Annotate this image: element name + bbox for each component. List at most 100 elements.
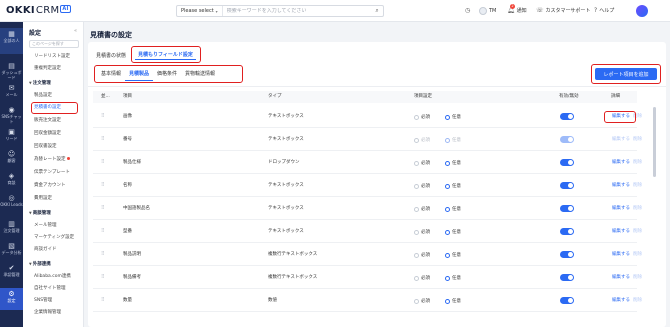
optional-radio[interactable]: 任意 bbox=[445, 298, 461, 304]
edit-link[interactable]: 編集する bbox=[612, 220, 630, 243]
drag-handle-icon[interactable]: ⠿ bbox=[101, 289, 105, 312]
submenu-item[interactable]: 伝票テンプレート bbox=[34, 169, 70, 175]
search-icon[interactable]: ⌕ bbox=[371, 7, 383, 15]
drag-handle-icon[interactable]: ⠿ bbox=[101, 174, 105, 197]
submenu-item[interactable]: 商談ガイド bbox=[34, 246, 57, 252]
edit-link[interactable]: 編集する bbox=[612, 174, 630, 197]
delete-link[interactable]: 削除 bbox=[633, 151, 642, 174]
help-button[interactable]: ? ヘルプ bbox=[594, 7, 614, 14]
optional-radio[interactable]: 任意 bbox=[445, 160, 461, 166]
enable-toggle[interactable] bbox=[560, 159, 574, 166]
nav-item-orders[interactable]: ▥ 注文管理 bbox=[0, 220, 23, 233]
nav-item-leads[interactable]: ◎ OKKI Leads bbox=[0, 194, 23, 207]
edit-link[interactable]: 編集する bbox=[612, 243, 630, 266]
nav-item-dashboard[interactable]: ▤ ダッシュボード bbox=[0, 62, 23, 80]
optional-radio[interactable]: 任意 bbox=[445, 137, 461, 143]
required-radio[interactable]: 必須 bbox=[414, 275, 430, 281]
nav-item-lead[interactable]: ▣ リード bbox=[0, 128, 23, 141]
delete-link[interactable]: 削除 bbox=[633, 243, 642, 266]
enable-toggle[interactable] bbox=[560, 205, 574, 212]
submenu-item[interactable]: リードリスト設定 bbox=[34, 53, 70, 59]
delete-link[interactable]: 削除 bbox=[633, 128, 642, 151]
required-radio[interactable]: 必須 bbox=[414, 229, 430, 235]
edit-link[interactable]: 編集する bbox=[612, 289, 630, 312]
delete-link[interactable]: 削除 bbox=[633, 197, 642, 220]
submenu-item[interactable]: 企業情報管理 bbox=[34, 309, 61, 315]
submenu-item[interactable]: 費用設定 bbox=[34, 195, 52, 201]
nav-item-analytics[interactable]: ▧ データ分析 bbox=[0, 242, 23, 255]
submenu-item[interactable]: 製品設定 bbox=[34, 92, 52, 98]
collapse-icon[interactable]: « bbox=[74, 28, 77, 34]
timer-icon[interactable]: ◷ bbox=[465, 7, 470, 14]
enable-toggle[interactable] bbox=[560, 182, 574, 189]
support-button[interactable]: ☏ カスタマーサポート bbox=[536, 7, 590, 14]
submenu-item[interactable]: メール管理 bbox=[34, 222, 57, 228]
submenu-item[interactable]: 販売注文設定 bbox=[34, 117, 61, 123]
optional-radio[interactable]: 任意 bbox=[445, 183, 461, 189]
required-radio[interactable]: 必須 bbox=[414, 252, 430, 258]
submenu-item[interactable]: マーケティング設定 bbox=[34, 234, 74, 240]
tm-avatar bbox=[479, 7, 487, 15]
delete-link[interactable]: 削除 bbox=[633, 266, 642, 289]
delete-link[interactable]: 削除 bbox=[633, 289, 642, 312]
submenu-item[interactable]: Alibaba.com連携 bbox=[34, 273, 71, 279]
required-radio[interactable]: 必須 bbox=[414, 206, 430, 212]
user-switch[interactable]: TM bbox=[479, 7, 496, 15]
submenu-item[interactable]: 自社サイト管理 bbox=[34, 285, 66, 291]
submenu-item[interactable]: 資金アカウント bbox=[34, 182, 66, 188]
enable-toggle[interactable] bbox=[560, 113, 574, 120]
notifications-button[interactable]: 🔔︎ 2 通知 bbox=[507, 4, 527, 14]
submenu-group-order[interactable]: ▼注文管理 bbox=[29, 80, 51, 86]
nav-item-approval[interactable]: ✔ 承認管理 bbox=[0, 264, 23, 277]
submenu-group-deals[interactable]: ▼商談管理 bbox=[29, 210, 51, 216]
okki-crm-logo[interactable]: OKKICRM AI bbox=[6, 5, 71, 18]
optional-radio[interactable]: 任意 bbox=[445, 206, 461, 212]
submenu-item[interactable]: 重複判定設定 bbox=[34, 65, 61, 71]
edit-link[interactable]: 編集する bbox=[612, 128, 630, 151]
drag-handle-icon[interactable]: ⠿ bbox=[101, 220, 105, 243]
search-input[interactable] bbox=[222, 8, 371, 14]
submenu-search-input[interactable]: このページを探す bbox=[29, 40, 79, 48]
submenu-item-fx[interactable]: 為替レート設定 bbox=[34, 156, 70, 162]
drag-handle-icon[interactable]: ⠿ bbox=[101, 151, 105, 174]
submenu-item[interactable]: 回収金額設定 bbox=[34, 130, 61, 136]
nav-item-customer[interactable]: ☺ 顧客 bbox=[0, 150, 23, 163]
enable-toggle[interactable] bbox=[560, 297, 574, 304]
submenu-item[interactable]: 回収書設定 bbox=[34, 143, 57, 149]
submenu-group-integrations[interactable]: ▼外部連携 bbox=[29, 261, 51, 267]
required-radio[interactable]: 必須 bbox=[414, 114, 430, 120]
edit-link[interactable]: 編集する bbox=[612, 151, 630, 174]
user-avatar[interactable] bbox=[636, 5, 648, 17]
nav-item-sns[interactable]: ◉ SNSチャット bbox=[0, 106, 23, 124]
table-scrollbar[interactable] bbox=[653, 107, 656, 177]
enable-toggle[interactable] bbox=[560, 136, 574, 143]
submenu-item[interactable]: SNS管理 bbox=[34, 297, 52, 303]
delete-link[interactable]: 削除 bbox=[633, 220, 642, 243]
optional-radio[interactable]: 任意 bbox=[445, 252, 461, 258]
nav-item-mail[interactable]: ✉ メール bbox=[0, 84, 23, 97]
delete-link[interactable]: 削除 bbox=[633, 174, 642, 197]
edit-link[interactable]: 編集する bbox=[612, 197, 630, 220]
drag-handle-icon[interactable]: ⠿ bbox=[101, 197, 105, 220]
search-scope-select[interactable]: Please select ▾ bbox=[177, 6, 223, 16]
edit-link[interactable]: 編集する bbox=[612, 266, 630, 289]
nav-item-settings[interactable]: ⚙ 設定 bbox=[0, 288, 23, 310]
optional-radio[interactable]: 任意 bbox=[445, 229, 461, 235]
enable-toggle[interactable] bbox=[560, 274, 574, 281]
optional-radio[interactable]: 任意 bbox=[445, 275, 461, 281]
required-radio[interactable]: 必須 bbox=[414, 160, 430, 166]
nav-item-deal[interactable]: ◈ 商談 bbox=[0, 172, 23, 185]
nav-item-all[interactable]: ▦ 全部の人 bbox=[0, 28, 23, 54]
required-radio[interactable]: 必須 bbox=[414, 298, 430, 304]
quote-status-tab[interactable]: 見積書の状態 bbox=[96, 52, 126, 59]
col-order[interactable]: 並... bbox=[101, 91, 110, 103]
drag-handle-icon[interactable]: ⠿ bbox=[101, 105, 105, 128]
optional-radio[interactable]: 任意 bbox=[445, 114, 461, 120]
enable-toggle[interactable] bbox=[560, 228, 574, 235]
drag-handle-icon[interactable]: ⠿ bbox=[101, 128, 105, 151]
required-radio[interactable]: 必須 bbox=[414, 137, 430, 143]
drag-handle-icon[interactable]: ⠿ bbox=[101, 243, 105, 266]
required-radio[interactable]: 必須 bbox=[414, 183, 430, 189]
drag-handle-icon[interactable]: ⠿ bbox=[101, 266, 105, 289]
enable-toggle[interactable] bbox=[560, 251, 574, 258]
